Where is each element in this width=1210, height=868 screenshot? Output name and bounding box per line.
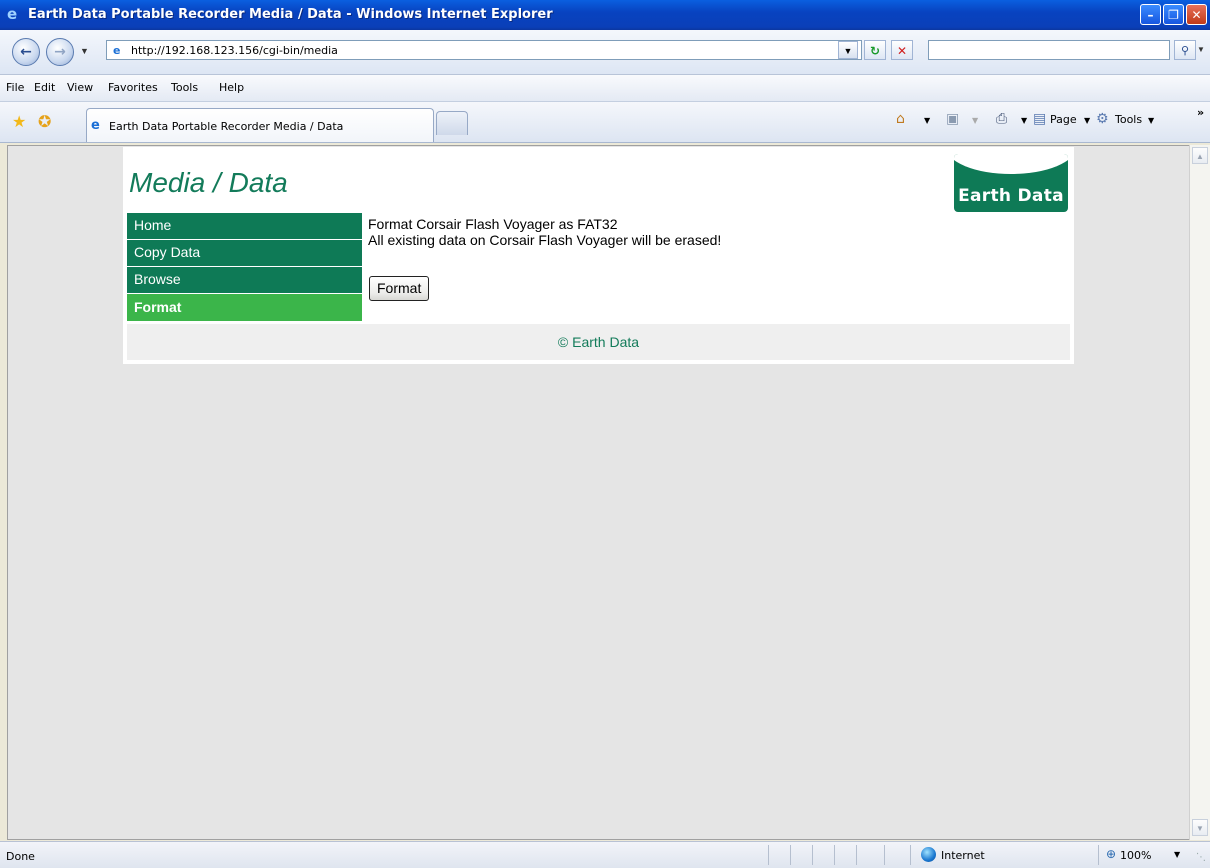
stop-button[interactable]: ✕: [891, 40, 913, 60]
favorites-star-icon[interactable]: ★: [12, 112, 26, 131]
page-icon: e: [113, 44, 121, 57]
menu-view[interactable]: View: [67, 81, 93, 94]
page-menu-dropdown[interactable]: ▼: [1084, 116, 1090, 125]
menu-favorites[interactable]: Favorites: [108, 81, 158, 94]
search-input[interactable]: [928, 40, 1170, 60]
feeds-dropdown[interactable]: ▼: [972, 116, 978, 125]
address-dropdown-button[interactable]: ▼: [838, 41, 858, 59]
resize-grip-icon[interactable]: ⋱: [1196, 852, 1206, 863]
window-title-bar: e Earth Data Portable Recorder Media / D…: [0, 0, 1210, 30]
tab-active[interactable]: e Earth Data Portable Recorder Media / D…: [86, 108, 434, 142]
status-divider: [834, 845, 835, 865]
nav-item-browse[interactable]: Browse: [127, 267, 362, 293]
address-toolbar: ← → ▼ e http://192.168.123.156/cgi-bin/me…: [0, 30, 1210, 75]
status-divider: [910, 845, 911, 865]
close-button[interactable]: ✕: [1186, 4, 1207, 25]
page-title: Media / Data: [129, 167, 288, 198]
tab-ie-icon: e: [91, 118, 100, 133]
nav-item-home[interactable]: Home: [127, 213, 362, 239]
restore-button[interactable]: ❐: [1163, 4, 1184, 25]
window-title: Earth Data Portable Recorder Media / Dat…: [28, 7, 553, 22]
print-icon[interactable]: ⎙: [996, 111, 1007, 127]
print-dropdown[interactable]: ▼: [1021, 116, 1027, 125]
format-message-line1: Format Corsair Flash Voyager as FAT32: [368, 216, 618, 232]
search-button[interactable]: ⚲: [1174, 40, 1196, 60]
search-options-dropdown[interactable]: ▼: [1197, 45, 1205, 54]
nav-item-format[interactable]: Format: [127, 294, 362, 321]
vertical-scrollbar[interactable]: ▲ ▼: [1189, 145, 1210, 840]
zoom-level[interactable]: 100%: [1120, 849, 1151, 862]
page-container: Media / Data Earth Data Home Copy Data B…: [123, 147, 1074, 364]
feeds-icon[interactable]: ▣: [946, 111, 959, 127]
refresh-button[interactable]: ↻: [864, 40, 886, 60]
earth-data-logo: Earth Data: [954, 154, 1068, 212]
recent-pages-dropdown[interactable]: ▼: [80, 46, 89, 56]
status-divider: [790, 845, 791, 865]
status-divider: [1098, 845, 1099, 865]
security-zone: Internet: [941, 849, 985, 862]
menu-tools[interactable]: Tools: [171, 81, 198, 94]
scroll-down-arrow[interactable]: ▼: [1192, 819, 1208, 836]
tab-label: Earth Data Portable Recorder Media / Dat…: [109, 120, 344, 133]
format-button[interactable]: Format: [369, 276, 430, 301]
format-message: Format Corsair Flash Voyager as FAT32 Al…: [368, 216, 721, 248]
chevron-more-icon[interactable]: »: [1197, 106, 1204, 119]
status-text: Done: [6, 850, 35, 863]
page-menu-icon: ▤: [1033, 111, 1047, 127]
internet-globe-icon: [921, 847, 936, 862]
tools-menu[interactable]: Tools: [1115, 113, 1142, 126]
home-icon[interactable]: ⌂: [896, 111, 905, 127]
status-divider: [768, 845, 769, 865]
side-nav: Home Copy Data Browse Format: [127, 213, 362, 322]
gear-icon: ⚙: [1096, 111, 1109, 127]
page-menu[interactable]: Page: [1050, 113, 1077, 126]
zoom-dropdown[interactable]: ▼: [1174, 850, 1180, 859]
home-dropdown[interactable]: ▼: [924, 116, 930, 125]
tools-menu-dropdown[interactable]: ▼: [1148, 116, 1154, 125]
address-input[interactable]: e http://192.168.123.156/cgi-bin/media: [106, 40, 862, 60]
add-favorites-icon[interactable]: ✪: [38, 112, 51, 131]
menu-bar: File Edit View Favorites Tools Help: [0, 75, 1210, 102]
logo-arc: [954, 154, 1068, 174]
status-divider: [856, 845, 857, 865]
status-divider: [884, 845, 885, 865]
tab-bar: ★ ✪ e Earth Data Portable Recorder Media…: [0, 102, 1210, 143]
nav-item-copy-data[interactable]: Copy Data: [127, 240, 362, 266]
zoom-icon[interactable]: ⊕: [1106, 847, 1116, 861]
menu-edit[interactable]: Edit: [34, 81, 55, 94]
forward-button[interactable]: →: [46, 38, 74, 66]
page-footer: © Earth Data: [127, 324, 1070, 360]
menu-file[interactable]: File: [6, 81, 24, 94]
scroll-up-arrow[interactable]: ▲: [1192, 147, 1208, 164]
logo-text: Earth Data: [958, 186, 1064, 206]
ie-logo-icon: e: [7, 5, 18, 23]
menu-help[interactable]: Help: [219, 81, 244, 94]
new-tab-button[interactable]: [436, 111, 468, 135]
format-message-line2: All existing data on Corsair Flash Voyag…: [368, 232, 722, 248]
status-bar: Done Internet ⊕ 100% ▼ ⋱: [0, 841, 1210, 868]
status-divider: [812, 845, 813, 865]
address-url: http://192.168.123.156/cgi-bin/media: [131, 44, 338, 57]
minimize-button[interactable]: –: [1140, 4, 1161, 25]
back-button[interactable]: ←: [12, 38, 40, 66]
